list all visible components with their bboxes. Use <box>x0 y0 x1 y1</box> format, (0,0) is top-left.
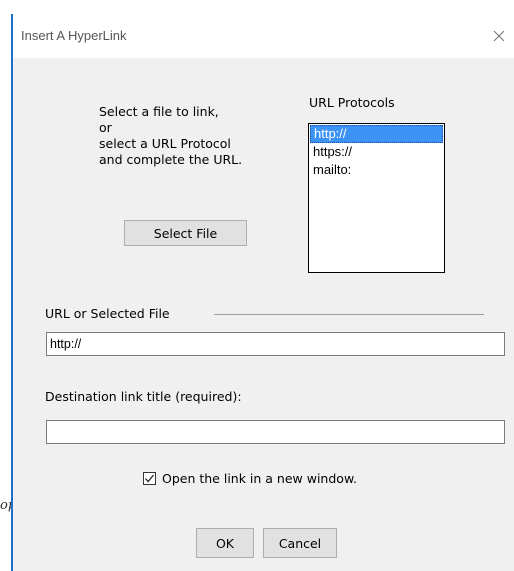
instructions-line: or <box>99 120 112 135</box>
group-divider <box>214 314 484 315</box>
url-protocols-label: URL Protocols <box>309 95 395 110</box>
url-protocols-listbox[interactable]: http:// https:// mailto: <box>308 123 445 273</box>
select-file-button[interactable]: Select File <box>124 220 247 246</box>
ok-button[interactable]: OK <box>196 528 254 558</box>
title-bar: Insert A HyperLink <box>13 14 514 58</box>
url-input[interactable] <box>46 332 505 356</box>
new-window-checkbox[interactable] <box>143 471 156 485</box>
protocol-item-mailto[interactable]: mailto: <box>310 161 443 179</box>
new-window-label: Open the link in a new window. <box>162 470 357 486</box>
checkmark-icon <box>145 474 155 482</box>
instructions-line: select a URL Protocol <box>99 136 231 151</box>
insert-hyperlink-dialog: Insert A HyperLink Select a file to link… <box>11 14 514 571</box>
protocol-item-https[interactable]: https:// <box>310 143 443 161</box>
instructions-line: and complete the URL. <box>99 152 243 167</box>
dialog-title: Insert A HyperLink <box>21 28 127 43</box>
destination-title-label: Destination link title (required): <box>45 389 242 404</box>
close-button[interactable] <box>484 22 514 50</box>
url-group-label: URL or Selected File <box>45 306 170 321</box>
close-icon <box>493 30 505 42</box>
instructions-text: Select a file to link, or select a URL P… <box>99 104 242 168</box>
destination-title-input[interactable] <box>46 420 505 444</box>
instructions-line: Select a file to link, <box>99 104 219 119</box>
new-window-option[interactable]: Open the link in a new window. <box>143 469 357 487</box>
protocol-item-http[interactable]: http:// <box>310 125 443 143</box>
cancel-button[interactable]: Cancel <box>263 528 337 558</box>
